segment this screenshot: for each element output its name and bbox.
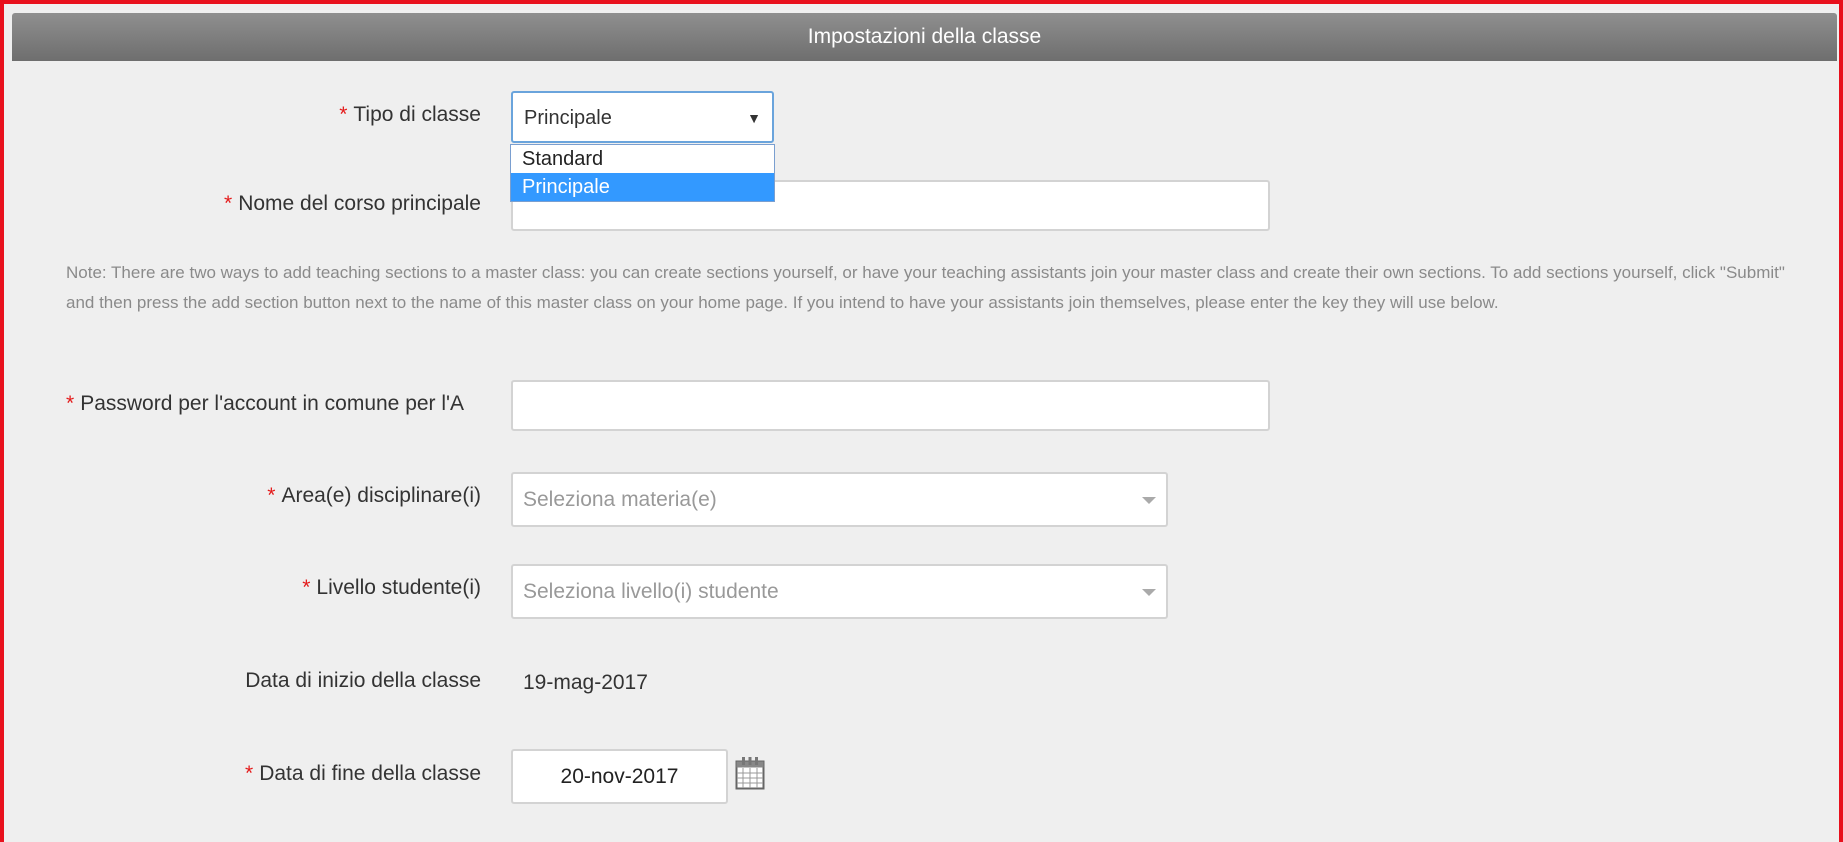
class-type-option-principale[interactable]: Principale bbox=[511, 173, 774, 201]
subject-area-label: * Area(e) disciplinare(i) bbox=[267, 484, 481, 507]
master-class-note: Note: There are two ways to add teaching… bbox=[66, 263, 1785, 312]
student-level-placeholder: Seleziona livello(i) studente bbox=[523, 580, 779, 603]
shared-account-password-input[interactable] bbox=[511, 380, 1270, 431]
chevron-down-icon bbox=[1142, 589, 1156, 596]
required-mark: * bbox=[339, 103, 348, 126]
end-date-label: * Data di fine della classe bbox=[245, 762, 481, 785]
required-mark: * bbox=[245, 762, 254, 785]
password-label: * Password per l'account in comune per l'… bbox=[66, 392, 465, 415]
class-type-option-standard[interactable]: Standard bbox=[511, 145, 774, 173]
class-type-select[interactable]: Principale ▼ bbox=[511, 91, 774, 143]
class-type-dropdown-list: Standard Principale bbox=[510, 144, 775, 202]
chevron-down-icon bbox=[1142, 497, 1156, 504]
panel-header: Impostazioni della classe bbox=[12, 13, 1837, 61]
subject-area-select[interactable]: Seleziona materia(e) bbox=[511, 472, 1168, 527]
start-date-value: 19-mag-2017 bbox=[523, 671, 648, 694]
class-type-selected-value: Principale bbox=[524, 107, 612, 129]
start-date-label: Data di inizio della classe bbox=[245, 669, 481, 692]
panel-title: Impostazioni della classe bbox=[807, 25, 1042, 48]
required-mark: * bbox=[302, 576, 311, 599]
student-level-label: * Livello studente(i) bbox=[302, 576, 481, 599]
student-level-select[interactable]: Seleziona livello(i) studente bbox=[511, 564, 1168, 619]
required-mark: * bbox=[267, 484, 276, 507]
window-frame-right bbox=[1839, 0, 1843, 842]
required-mark: * bbox=[224, 192, 233, 215]
end-date-input[interactable]: 20-nov-2017 bbox=[511, 749, 728, 804]
dropdown-arrow-icon: ▼ bbox=[747, 110, 761, 126]
calendar-icon[interactable] bbox=[735, 756, 765, 790]
subject-area-placeholder: Seleziona materia(e) bbox=[523, 488, 717, 511]
required-mark: * bbox=[66, 392, 75, 415]
class-type-label: * Tipo di classe bbox=[339, 103, 481, 126]
course-name-label: * Nome del corso principale bbox=[224, 192, 481, 215]
